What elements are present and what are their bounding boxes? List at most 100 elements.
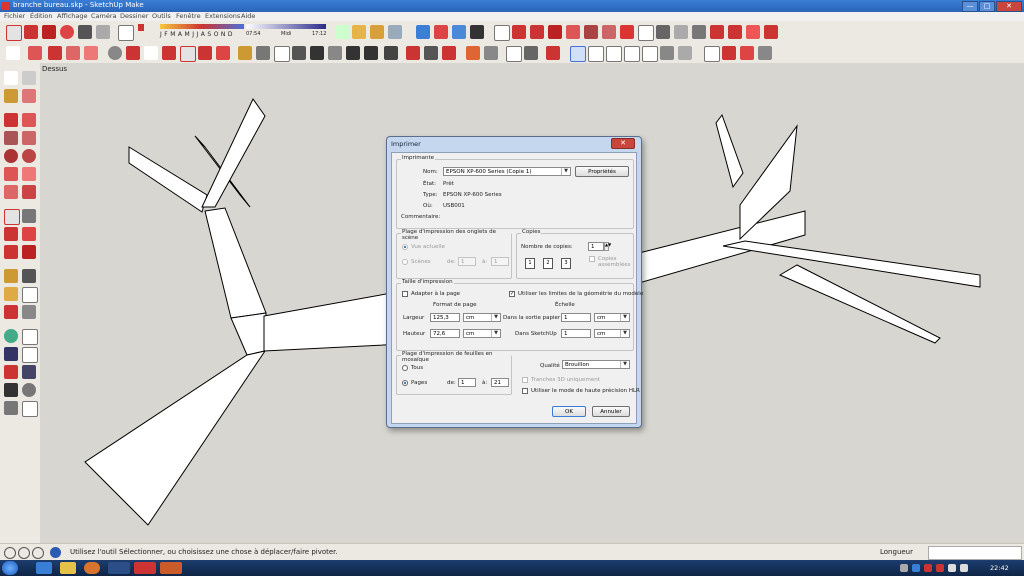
copies-spinner[interactable]: ▲▼: [604, 242, 611, 251]
fit-page-checkbox[interactable]: [402, 291, 408, 297]
make-component-icon[interactable]: [22, 71, 36, 85]
back-view-icon[interactable]: [642, 46, 658, 62]
look-around-icon[interactable]: [484, 46, 498, 60]
styles-icon[interactable]: [452, 25, 466, 39]
solid-icon[interactable]: [620, 25, 634, 39]
section-plane-tool-icon[interactable]: [22, 401, 38, 417]
section-icon[interactable]: [524, 46, 538, 60]
menu-edit[interactable]: Édition: [30, 12, 53, 20]
current-view-radio[interactable]: [402, 244, 408, 250]
shape-icon[interactable]: [584, 25, 598, 39]
tiles-to-input[interactable]: 21: [491, 378, 509, 387]
pencil-icon[interactable]: [512, 25, 526, 39]
push-pull-icon[interactable]: [162, 46, 176, 60]
hires-checkbox[interactable]: [522, 388, 528, 394]
tray-app2-icon[interactable]: [936, 564, 944, 572]
tray-signal-icon[interactable]: [948, 564, 956, 572]
rotate-icon[interactable]: [198, 46, 212, 60]
axes-icon[interactable]: [310, 46, 324, 60]
materials-icon[interactable]: [434, 25, 448, 39]
paper-unit-select[interactable]: cm ▼: [594, 313, 630, 322]
use-extents-checkbox[interactable]: ✓: [509, 291, 515, 297]
paint-bucket-icon[interactable]: [4, 89, 18, 103]
front-view-icon[interactable]: [606, 46, 622, 62]
polygon-tool-icon[interactable]: [22, 149, 36, 163]
sketchup-taskbar-icon[interactable]: [134, 562, 156, 574]
sandbox-icon[interactable]: [710, 25, 724, 39]
position-camera-icon[interactable]: [466, 46, 480, 60]
section-plane-icon[interactable]: [352, 25, 366, 39]
paint-taskbar-icon[interactable]: [160, 562, 182, 574]
eye-icon[interactable]: [656, 25, 670, 39]
zoom-extents-icon[interactable]: [424, 46, 438, 60]
instructor-icon[interactable]: [50, 547, 61, 558]
polygon-icon[interactable]: [126, 46, 140, 60]
minimize-button[interactable]: —: [962, 1, 978, 12]
scene-icon[interactable]: [470, 25, 484, 39]
select-tool-icon[interactable]: [6, 46, 20, 60]
properties-button[interactable]: Propriétés: [575, 166, 629, 177]
position-camera-tool-icon[interactable]: [4, 383, 18, 397]
explorer-icon[interactable]: [60, 562, 76, 574]
eraser-tool-icon[interactable]: [22, 89, 36, 103]
hidden-line-icon[interactable]: [678, 46, 692, 60]
iso-view-icon[interactable]: [570, 46, 586, 62]
text-tool-icon[interactable]: [292, 46, 306, 60]
menu-tools[interactable]: Outils: [152, 12, 171, 20]
camera-tool-icon[interactable]: [78, 25, 92, 39]
circle-tool-icon[interactable]: [108, 46, 122, 60]
menu-draw[interactable]: Dessiner: [120, 12, 148, 20]
walk-tool-icon[interactable]: [4, 401, 18, 415]
measurements-input[interactable]: [928, 546, 1022, 560]
drape-icon[interactable]: [746, 25, 760, 39]
menu-extensions[interactable]: Extensions: [205, 12, 240, 20]
arc-tool-icon[interactable]: [84, 46, 98, 60]
pencil-tool-icon[interactable]: [4, 113, 18, 127]
lines-3d-checkbox[interactable]: [522, 377, 528, 383]
menu-camera[interactable]: Caméra: [91, 12, 117, 20]
scale-tool-icon[interactable]: [60, 25, 74, 39]
collate-checkbox[interactable]: [589, 256, 595, 262]
line-tool-icon[interactable]: [48, 46, 62, 60]
monochrome-icon[interactable]: [758, 46, 772, 60]
zoom-extents-tool-icon[interactable]: [4, 365, 18, 379]
height-unit-select[interactable]: cm ▼: [463, 329, 501, 338]
dimension-icon[interactable]: [256, 46, 270, 60]
list-icon[interactable]: [638, 25, 654, 41]
tiles-pages-radio[interactable]: [402, 380, 408, 386]
tray-arrow-icon[interactable]: [900, 564, 908, 572]
intersect-icon[interactable]: [602, 25, 616, 39]
walk-icon[interactable]: [506, 46, 522, 62]
3d-text-icon[interactable]: [328, 46, 342, 60]
zoom-window-tool-icon[interactable]: [22, 347, 38, 363]
tray-volume-icon[interactable]: [960, 564, 968, 572]
xray-icon[interactable]: [660, 46, 674, 60]
push-pull-tool-icon[interactable]: [22, 209, 36, 223]
tiles-from-input[interactable]: 1: [458, 378, 476, 387]
zoom-tool-icon[interactable]: [384, 46, 398, 60]
menu-file[interactable]: Fichier: [4, 12, 25, 20]
width-input[interactable]: 125,3: [430, 313, 460, 322]
menu-help[interactable]: Aide: [241, 12, 255, 20]
arc-2pt-icon[interactable]: [4, 167, 18, 181]
tray-network-icon[interactable]: [912, 564, 920, 572]
copies-count-input[interactable]: 1: [588, 242, 604, 251]
glasses-icon[interactable]: [674, 25, 688, 39]
arc-center-icon[interactable]: [4, 185, 18, 199]
offset-tool-left-icon[interactable]: [22, 245, 36, 259]
textured-icon[interactable]: [740, 46, 754, 60]
rectangle-icon[interactable]: [4, 131, 18, 145]
red-icon[interactable]: [548, 25, 562, 39]
axes-tool-icon[interactable]: [4, 305, 18, 319]
previous-view-icon[interactable]: [442, 46, 456, 60]
ok-button[interactable]: OK: [552, 406, 586, 417]
ie-icon[interactable]: [36, 562, 52, 574]
time-slider[interactable]: [246, 24, 326, 29]
close-window-button[interactable]: ✕: [996, 1, 1022, 12]
height-input[interactable]: 72,6: [430, 329, 460, 338]
paper-scale-input[interactable]: 1: [561, 313, 591, 322]
dialog-close-button[interactable]: ✕: [611, 138, 635, 149]
share-model-icon[interactable]: [388, 25, 402, 39]
terrain-icon[interactable]: [728, 25, 742, 39]
previous-tool-icon[interactable]: [22, 365, 36, 379]
